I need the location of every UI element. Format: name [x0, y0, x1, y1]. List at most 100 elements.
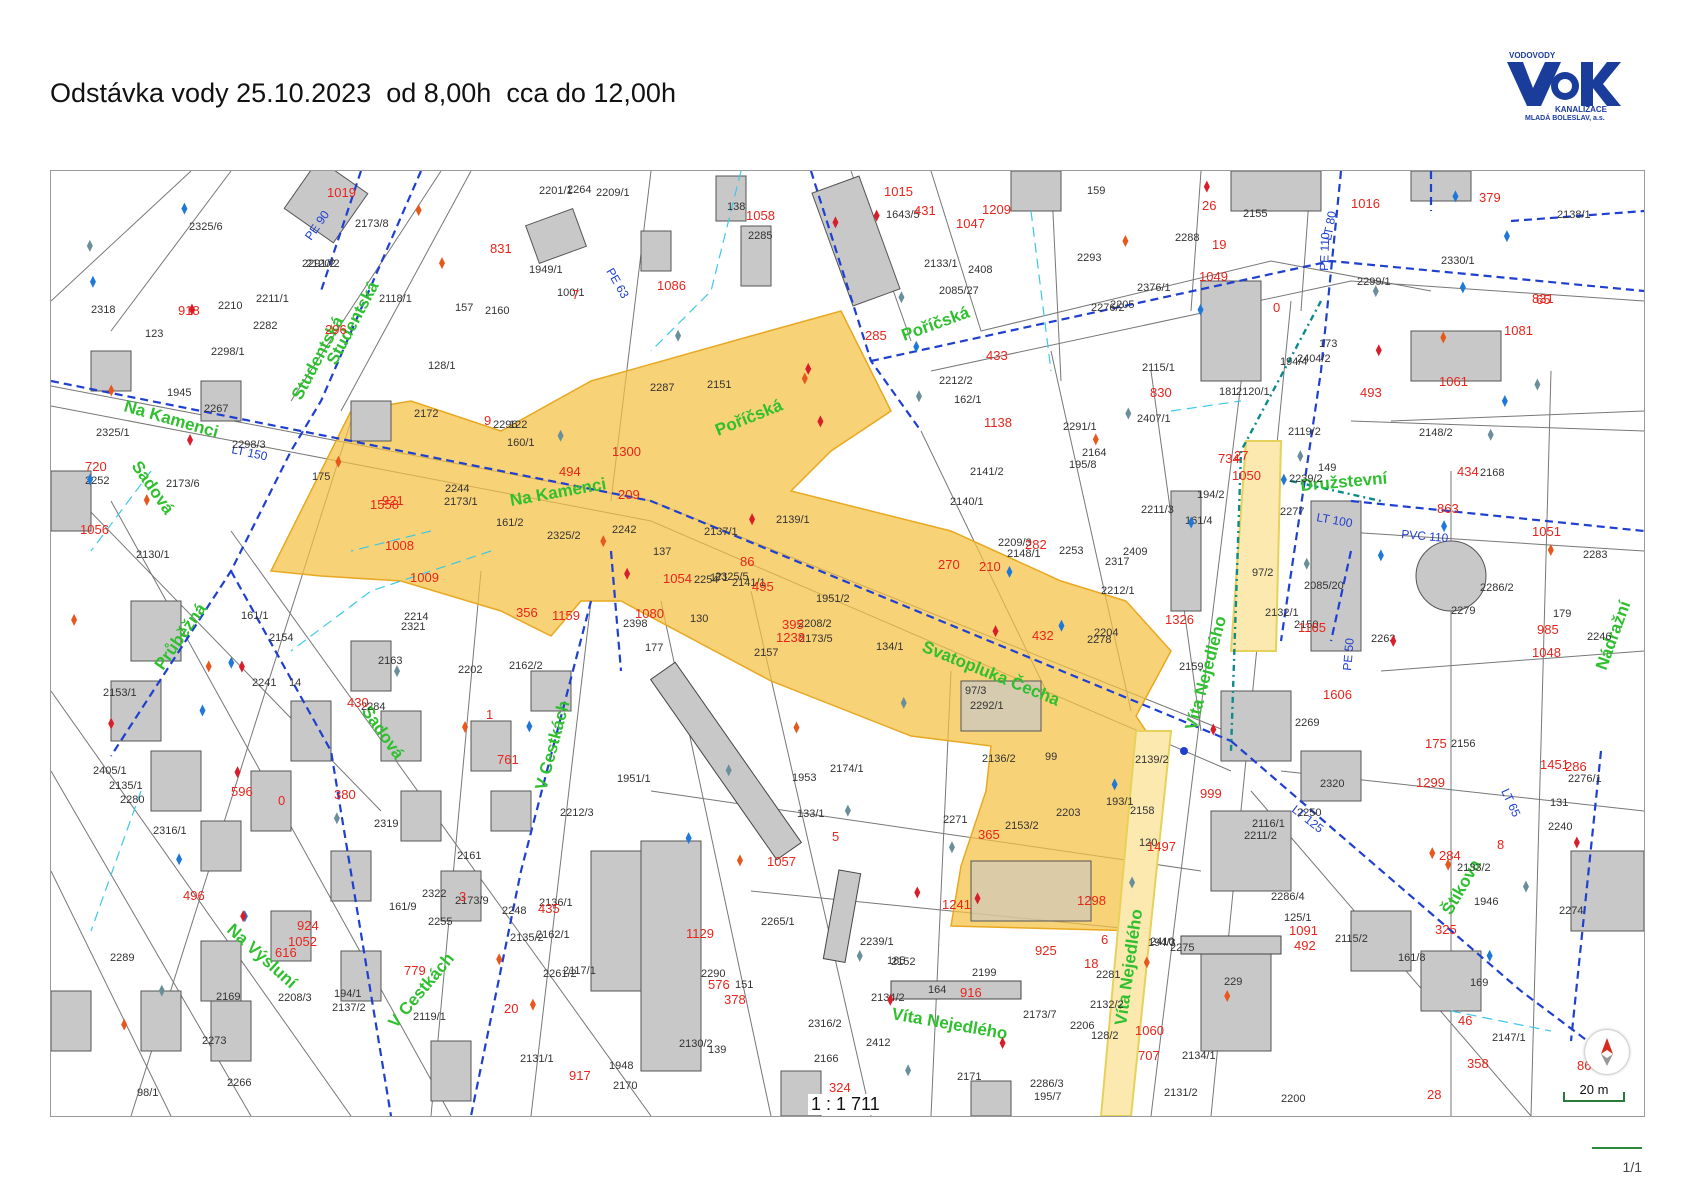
parcel-number: 2155 [1243, 208, 1267, 220]
parcel-number: 2173/7 [1023, 1009, 1057, 1021]
parcel-number: 2208/3 [278, 992, 312, 1004]
parcel-number: 2280 [120, 794, 144, 806]
parcel-number: 160/1 [507, 437, 535, 449]
parcel-number: 2264 [567, 184, 591, 196]
parcel-number: 1945 [167, 387, 191, 399]
valve-marker [89, 275, 96, 288]
parcel-number: 2239/2 [1289, 473, 1323, 485]
parcel-number: 2131/1 [520, 1053, 554, 1065]
parcel-number: 2286/4 [1271, 891, 1305, 903]
house-number: 1165 [1298, 620, 1326, 635]
house-number: 831 [1532, 291, 1554, 306]
valve-marker [1280, 473, 1287, 486]
parcel-number: 162/1 [954, 394, 982, 406]
parcel-number: 134/1 [876, 641, 904, 653]
parcel-number: 2298/1 [211, 346, 245, 358]
parcel-number: 2140/1 [950, 496, 984, 508]
house-number: 917 [569, 1068, 591, 1083]
house-number: 496 [183, 888, 205, 903]
parcel-number: 2153/2 [1005, 820, 1039, 832]
parcel-number: 2156 [1451, 738, 1475, 750]
valve-marker [1377, 549, 1384, 562]
house-number: 1209 [982, 202, 1011, 217]
house-number: 1080 [635, 606, 664, 621]
parcel-number: 161/2 [496, 517, 524, 529]
house-number: 1606 [1323, 687, 1352, 702]
valve-marker [1429, 847, 1436, 860]
parcel-number: 128/2 [1091, 1030, 1119, 1042]
parcel-number: 2275 [1170, 942, 1194, 954]
house-number: 7 [572, 287, 579, 302]
parcel-number: 1948 [609, 1060, 633, 1072]
parcel-number: 2160 [485, 305, 509, 317]
vak-logo: VODOVODY KANALIZACE MLADÁ BOLESLAV, a.s. [1507, 51, 1621, 122]
house-number: 282 [1025, 537, 1047, 552]
parcel-number: 2166 [814, 1053, 838, 1065]
house-number: 365 [978, 827, 1000, 842]
parcel-number: 133/1 [797, 808, 825, 820]
parcel-number: 161/8 [1398, 952, 1426, 964]
parcel-number: 229 [1224, 976, 1242, 988]
parcel-number: 2266 [227, 1077, 251, 1089]
parcel-number: 2139/2 [1135, 754, 1169, 766]
valve-marker [199, 704, 206, 717]
house-number: 1238 [776, 630, 805, 645]
house-number: 296 [325, 322, 347, 337]
house-number: 1129 [686, 926, 714, 941]
street-label: Víta Nejedlého [890, 1004, 1009, 1043]
house-number: 492 [1294, 938, 1316, 953]
house-number: 493 [1360, 385, 1382, 400]
parcel-number: 169 [1470, 977, 1488, 989]
valve-marker [914, 886, 921, 899]
valve-marker [181, 202, 188, 215]
parcel-number: 2316/2 [808, 1018, 842, 1030]
parcel-number: 97/2 [1252, 567, 1273, 579]
house-number: 432 [1032, 628, 1054, 643]
parcel-number: 2325/1 [96, 427, 130, 439]
house-number: 0 [278, 793, 285, 808]
parcel-number: 2134/2 [871, 992, 905, 1004]
parcel-number: 195/8 [1069, 459, 1097, 471]
parcel-number: 97/3 [965, 685, 986, 697]
north-arrow[interactable] [1585, 1030, 1629, 1074]
parcel-number: 2321 [401, 621, 425, 633]
house-number: 286 [1565, 759, 1587, 774]
parcel-number: 164 [928, 984, 946, 996]
house-number: 20 [504, 1001, 518, 1016]
house-number: 430 [347, 695, 369, 710]
house-number: 761 [497, 752, 519, 767]
parcel-number: 2209/1 [596, 187, 630, 199]
parcel-number: 2137/2 [332, 1002, 366, 1014]
house-number: 720 [85, 459, 107, 474]
parcel-number: 2239/1 [860, 936, 894, 948]
parcel-number: 1951/2 [816, 593, 850, 605]
parcel-number: 2276/2 [1091, 302, 1125, 314]
parcel-number: 2173/8 [355, 218, 389, 230]
parcel-number: 2141/2 [970, 466, 1004, 478]
parcel-number: 2164 [1082, 447, 1106, 459]
map-view[interactable]: Studentská Studentská Poříčská Poříčská … [50, 170, 1645, 1117]
valve-marker [238, 660, 245, 673]
house-number: 28 [1427, 1087, 1441, 1102]
parcel-number: 177 [645, 642, 663, 654]
house-number: 26 [1202, 198, 1216, 213]
parcel-number: 2287 [650, 382, 674, 394]
valve-marker [439, 257, 446, 270]
logo-top-text: VODOVODY [1509, 51, 1556, 60]
parcel-number: 2250 [1297, 807, 1321, 819]
parcel-number: 2211/1 [256, 293, 289, 305]
valve-marker [898, 291, 905, 304]
valve-marker [176, 853, 183, 866]
house-number: 324 [829, 1080, 851, 1095]
house-number: 1241 [942, 897, 971, 912]
house-number: 916 [960, 985, 982, 1000]
house-number: 921 [382, 493, 404, 508]
parcel-number: 2320 [1320, 778, 1344, 790]
parcel-number: 181 [1219, 386, 1237, 398]
map-canvas: Studentská Studentská Poříčská Poříčská … [51, 171, 1644, 1116]
parcel-number: 2115/2 [1335, 933, 1368, 945]
house-number: 1008 [385, 538, 414, 553]
house-number: 1058 [746, 208, 775, 223]
parcel-number: 2174/1 [830, 763, 864, 775]
parcel-number: 2299/1 [1357, 276, 1391, 288]
